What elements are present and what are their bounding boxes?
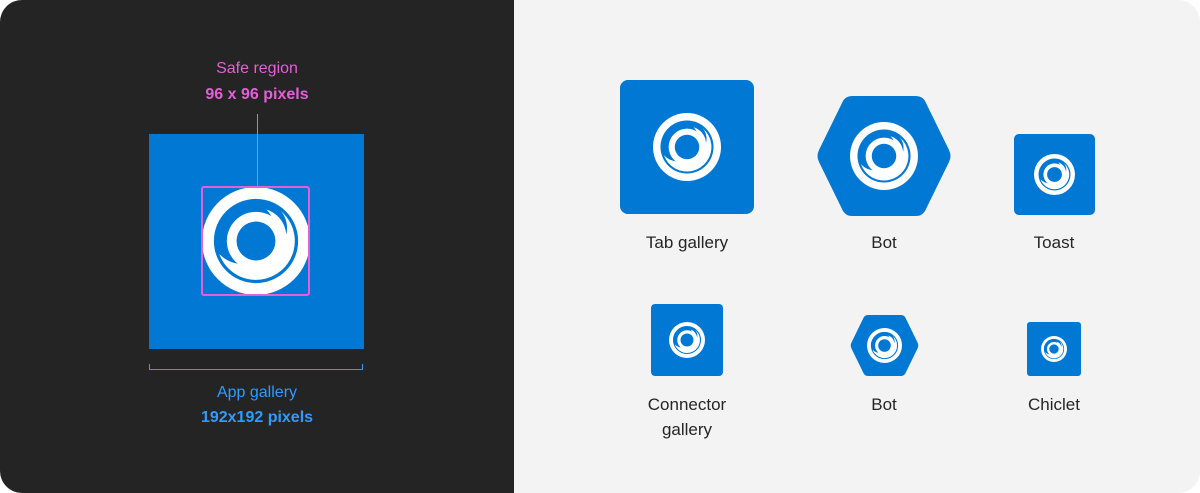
app-gallery-title: App gallery: [216, 384, 298, 401]
toast-logo-icon: [1034, 154, 1075, 195]
tab-gallery-logo-icon: [653, 113, 721, 181]
safe-region-title: Safe region: [216, 60, 298, 77]
safe-region-outline: [201, 186, 310, 296]
chiclet-logo-icon: [1041, 336, 1067, 362]
bot-small-caption: Bot: [871, 395, 897, 414]
tab-gallery-caption: Tab gallery: [645, 233, 729, 252]
connector-gallery-caption: Connector gallery: [647, 395, 727, 439]
figure-frame: Safe region 96 x 96 pixels App gallery 1…: [0, 0, 1200, 493]
safe-region-size: 96 x 96 pixels: [205, 86, 309, 103]
connector-gallery-logo-icon: [669, 322, 705, 358]
bot-small-logo-icon: [867, 328, 902, 363]
bot-large-logo-icon: [850, 122, 918, 190]
safe-region-leader-line: [257, 114, 258, 188]
app-gallery-size: 192x192 pixels: [200, 409, 314, 426]
safe-region-diagram-panel: Safe region 96 x 96 pixels App gallery 1…: [0, 0, 514, 493]
chiclet-caption: Chiclet: [1028, 395, 1080, 414]
bot-large-caption: Bot: [871, 233, 897, 252]
app-gallery-dimension-bracket: [149, 364, 363, 370]
toast-caption: Toast: [1033, 233, 1075, 252]
